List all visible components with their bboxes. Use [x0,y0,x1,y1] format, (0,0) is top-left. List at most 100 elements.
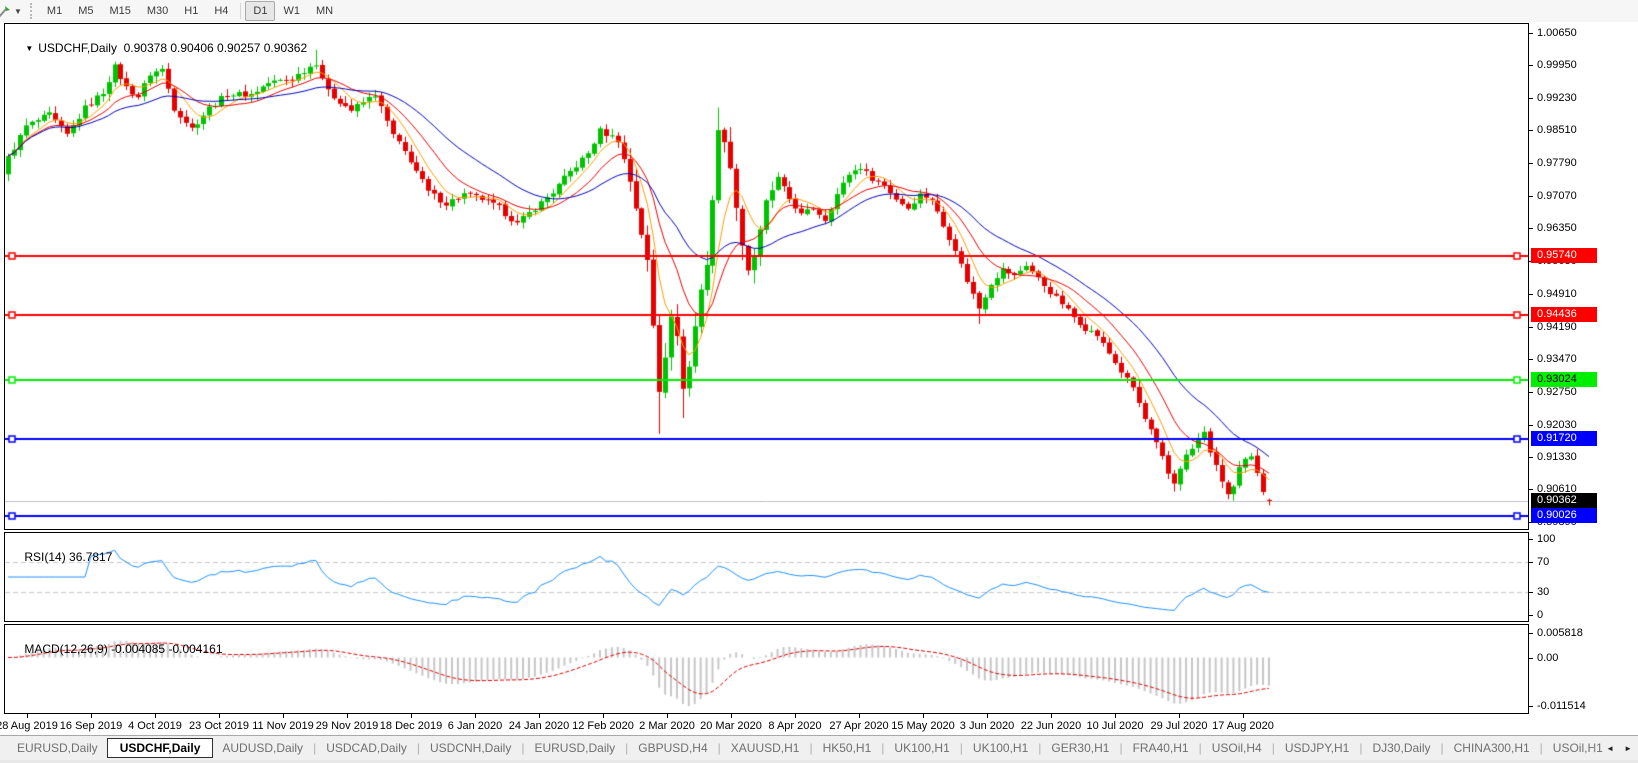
current-price-label[interactable]: 0.90362 [1531,493,1597,508]
date-tick [795,714,796,718]
date-label: 27 Apr 2020 [829,720,888,732]
timeframe-m5-button[interactable]: M5 [70,1,101,21]
axis-tick [1529,457,1533,458]
tab-separator: | [1592,744,1596,753]
date-tick [27,714,28,718]
toolbar-separator [240,3,241,19]
axis-tick [1529,130,1533,131]
axis-label: 0.99950 [1537,59,1577,71]
axis-label: 0.94910 [1537,288,1577,300]
axis-label: 0.00 [1537,652,1558,664]
chart-tab[interactable]: DJ30,Daily [1363,738,1439,758]
chart-tab[interactable]: XAUUSD,H1 [722,738,809,758]
time-axis[interactable]: 28 Aug 201916 Sep 20194 Oct 201923 Oct 2… [4,714,1529,736]
axis-label: 0 [1537,609,1543,621]
axis-tick [1529,592,1533,593]
axis-label: 0.005818 [1537,627,1583,639]
axis-tick [1529,359,1533,360]
level-price-label[interactable]: 0.91720 [1531,431,1597,446]
timeframe-m30-button[interactable]: M30 [139,1,176,21]
symbol-timeframe-label: USDCHF,Daily [38,41,117,55]
tab-scroll-right-icon[interactable]: ► [1624,744,1632,753]
drawing-tool-icon[interactable] [0,3,12,19]
trading-platform-window: ▼ M1M5M15M30H1H4 D1W1MN ▼ USDCHF,Daily 0.9… [0,0,1638,763]
chart-tab[interactable]: USOil,H4 [1203,738,1271,758]
chart-tab-bar: EURUSD,DailyUSDCHF,DailyAUDUSD,Daily|USD… [0,735,1638,760]
date-label: 23 Oct 2019 [189,720,249,732]
chart-tab[interactable]: USDJPY,H1 [1276,738,1358,758]
level-price-label[interactable]: 0.94436 [1531,307,1597,322]
chart-tab[interactable]: UK100,H1 [885,738,958,758]
axis-tick [1529,196,1533,197]
date-label: 16 Sep 2019 [60,720,122,732]
price-axis[interactable]: 1.006500.999500.992300.985100.977900.970… [1529,23,1638,714]
chart-tab[interactable]: EURUSD,Daily [8,738,107,758]
timeframe-w1-button[interactable]: W1 [275,1,308,21]
rsi-name: RSI(14) [24,550,65,564]
date-label: 28 Aug 2019 [0,720,58,732]
chart-title: ▼ USDCHF,Daily 0.90378 0.90406 0.90257 0.… [12,27,307,69]
timeframe-h4-button[interactable]: H4 [206,1,236,21]
axis-tick [1529,392,1533,393]
ohlc-values: 0.90378 0.90406 0.90257 0.90362 [124,41,308,55]
axis-tick [1529,562,1533,563]
chart-tab[interactable]: CHINA300,H1 [1445,738,1539,758]
toolbar-grip[interactable] [30,3,35,19]
axis-label: 0.94190 [1537,321,1577,333]
date-tick [283,714,284,718]
rsi-indicator-canvas[interactable] [5,533,1528,621]
date-label: 2 Mar 2020 [639,720,695,732]
date-tick [411,714,412,718]
chart-tab[interactable]: GER30,H1 [1042,738,1118,758]
date-label: 8 Apr 2020 [768,720,821,732]
timeframe-h1-button[interactable]: H1 [176,1,206,21]
timeframe-mn-button[interactable]: MN [308,1,341,21]
timeframe-m15-button[interactable]: M15 [101,1,138,21]
chart-tab[interactable]: HK50,H1 [814,738,881,758]
date-tick [347,714,348,718]
tab-scroll-left-icon[interactable]: ◄ [1606,744,1614,753]
level-price-label[interactable]: 0.93024 [1531,372,1597,387]
chart-tab[interactable]: EURUSD,Daily [525,738,624,758]
chart-tab[interactable]: USDCHF,Daily [107,738,214,758]
axis-label: 0.99230 [1537,92,1577,104]
date-label: 15 May 2020 [891,720,955,732]
chart-tab[interactable]: GBPUSD,H4 [629,738,716,758]
date-label: 11 Nov 2019 [252,720,314,732]
axis-tick [1529,658,1533,659]
date-label: 29 Jul 2020 [1151,720,1208,732]
date-label: 4 Oct 2019 [128,720,182,732]
macd-indicator-canvas[interactable] [5,625,1528,713]
date-tick [1243,714,1244,718]
timeframe-m1-button[interactable]: M1 [39,1,70,21]
tool-dropdown-caret-icon[interactable]: ▼ [14,7,22,16]
date-tick [91,714,92,718]
timeframe-d1-button[interactable]: D1 [245,1,275,21]
macd-indicator-label: MACD(12,26,9) -0.004085 -0.004161 [11,628,223,670]
axis-tick [1529,425,1533,426]
macd-name: MACD(12,26,9) [24,642,107,656]
axis-tick [1529,327,1533,328]
level-price-label[interactable]: 0.90026 [1531,508,1597,523]
timeframe-buttons: M1M5M15M30H1H4 D1W1MN [39,1,341,21]
date-label: 17 Aug 2020 [1212,720,1274,732]
axis-tick [1529,615,1533,616]
date-tick [1179,714,1180,718]
chart-tab[interactable]: USDCNH,Daily [421,738,520,758]
chart-tab[interactable]: AUDUSD,Daily [213,738,312,758]
symbol-caret-icon[interactable]: ▼ [25,44,33,53]
axis-label: 30 [1537,586,1549,598]
axis-tick [1529,294,1533,295]
candlestick-chart-canvas[interactable] [5,24,1528,529]
tab-scroll-arrows: | ◄ ► [1592,736,1632,760]
chart-tab[interactable]: FRA40,H1 [1124,738,1198,758]
level-price-label[interactable]: 0.95740 [1531,248,1597,263]
toolbar: ▼ M1M5M15M30H1H4 D1W1MN [0,0,1638,22]
date-tick [155,714,156,718]
chart-tab[interactable]: UK100,H1 [964,738,1037,758]
date-label: 22 Jun 2020 [1021,720,1082,732]
date-label: 6 Jan 2020 [448,720,502,732]
axis-label: 0.97070 [1537,190,1577,202]
date-label: 10 Jul 2020 [1087,720,1144,732]
chart-tab[interactable]: USDCAD,Daily [317,738,416,758]
